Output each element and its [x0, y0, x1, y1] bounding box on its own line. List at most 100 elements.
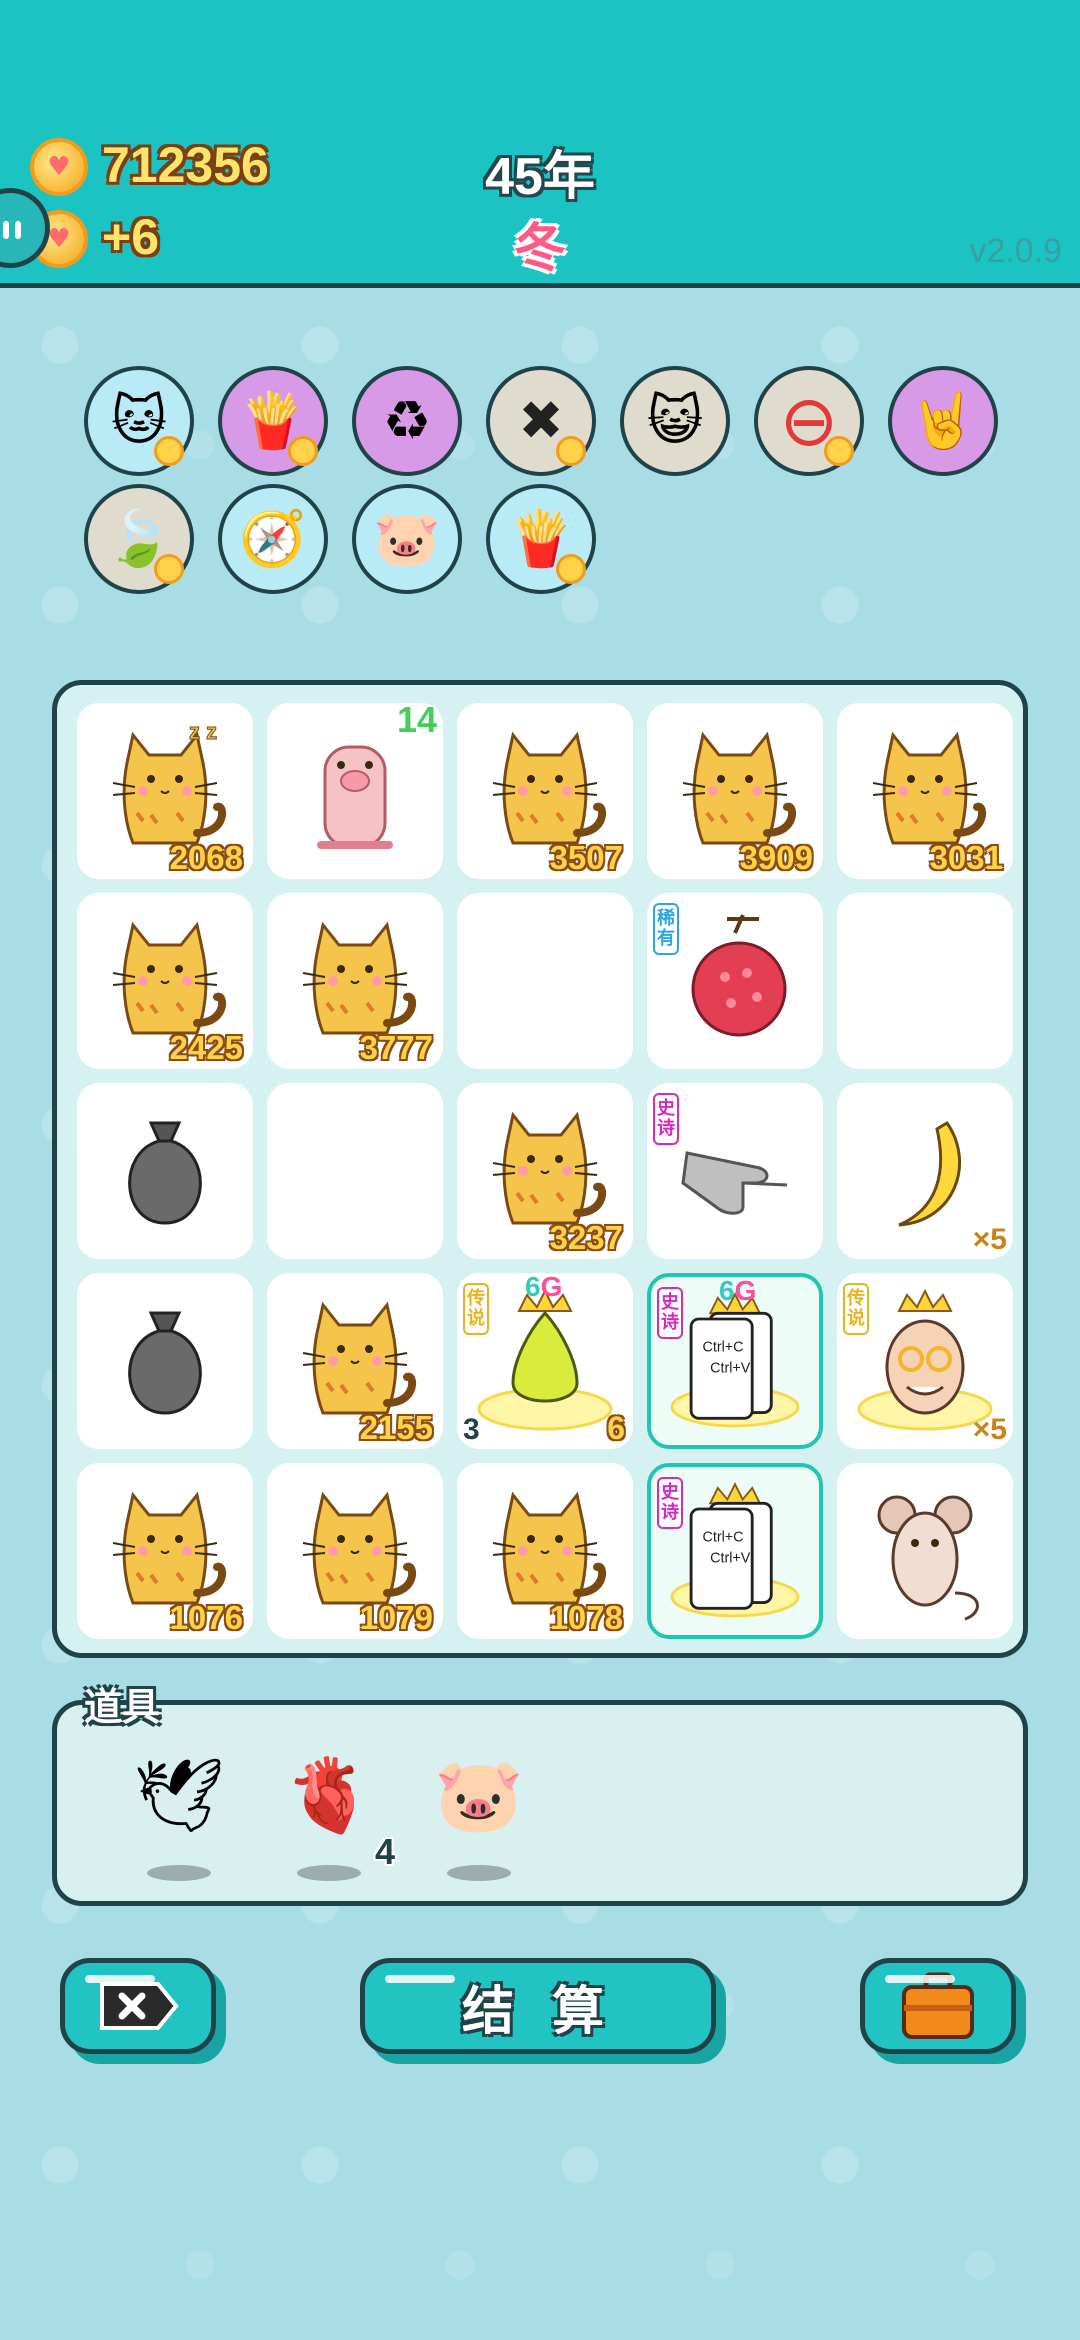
item-liver[interactable]: 🫀 4: [269, 1745, 395, 1885]
remove-button[interactable]: [60, 1958, 216, 2054]
rarity-badge: 传说: [463, 1283, 489, 1335]
slot-crowned-pear[interactable]: 3 6 传说 6G: [457, 1271, 633, 1449]
slot-cat[interactable]: 3777: [267, 893, 443, 1069]
settle-button-label: 结 算: [461, 1981, 615, 2042]
slot-cat[interactable]: 3507: [457, 703, 633, 879]
version-label: v2.0.9: [969, 232, 1062, 270]
slot-value: 6: [607, 1410, 625, 1446]
coin-cost-icon: [154, 436, 184, 466]
slot-empty[interactable]: [837, 893, 1013, 1069]
svg-text:z z: z z: [189, 719, 217, 744]
ability-remove-tag[interactable]: ✖: [486, 366, 596, 476]
slot-ctrl-cv-card[interactable]: Ctrl+C Ctrl+V 史诗 6G: [647, 1273, 823, 1449]
coin-cost-icon: [154, 554, 184, 584]
slot-cat[interactable]: 3237: [457, 1083, 633, 1259]
slot-banana[interactable]: ×5: [837, 1083, 1013, 1259]
rock-hand-icon: 🤘: [909, 389, 977, 452]
slot-value: 2155: [359, 1409, 433, 1446]
slot-value: 1076: [169, 1599, 243, 1636]
slot-value: 2068: [169, 839, 243, 876]
slot-cat[interactable]: 3031: [837, 703, 1013, 879]
coin-cost-icon: [556, 554, 586, 584]
rarity-badge: 史诗: [657, 1287, 683, 1339]
slot-cat[interactable]: 1079: [267, 1463, 443, 1639]
slot-left-value: 3: [463, 1413, 480, 1446]
recycle-icon: ♻: [382, 389, 432, 452]
item-shadow: [447, 1865, 511, 1881]
slot-value: 3237: [549, 1219, 623, 1256]
ability-cats-pair[interactable]: 😺: [620, 366, 730, 476]
slot-cat[interactable]: 1076: [77, 1463, 253, 1639]
slot-counter: 14: [396, 699, 437, 740]
ability-recycle[interactable]: ♻: [352, 366, 462, 476]
g-tag: 6G: [719, 1275, 757, 1306]
cats-pair-icon: 😺: [646, 389, 704, 452]
ability-fries[interactable]: 🍟: [486, 484, 596, 594]
slot-crowned-grandpa[interactable]: ×5 传说: [837, 1273, 1013, 1449]
item-shadow: [297, 1865, 361, 1881]
settle-button[interactable]: 结 算: [360, 1958, 716, 2054]
piggy-bank-icon: 🐷: [373, 507, 441, 570]
briefcase-icon: [902, 1972, 974, 2039]
slot-empty[interactable]: [457, 893, 633, 1069]
slot-multiplier: ×5: [972, 1223, 1007, 1256]
ability-minus-circle[interactable]: ⊖: [754, 366, 864, 476]
slot-value: 1078: [549, 1599, 623, 1636]
slot-cat[interactable]: 3909: [647, 703, 823, 879]
rarity-badge: 稀有: [653, 903, 679, 955]
coin-cost-icon: [556, 436, 586, 466]
slot-value: 3031: [929, 839, 1003, 876]
coin-cost-icon: [824, 436, 854, 466]
slot-mouse[interactable]: [837, 1463, 1013, 1639]
g-tag: 6G: [525, 1271, 563, 1302]
remove-tag-icon: [100, 1982, 179, 2030]
card-line-2: Ctrl+V: [710, 1550, 751, 1566]
season-label: 冬: [513, 219, 566, 279]
inventory-button[interactable]: [860, 1958, 1016, 2054]
slot-value: 3909: [739, 839, 813, 876]
ability-compass[interactable]: 🧭: [218, 484, 328, 594]
rarity-badge: 传说: [843, 1283, 869, 1335]
slot-trash-bag[interactable]: [77, 1273, 253, 1449]
slot-pig[interactable]: 14: [267, 699, 443, 879]
slot-cat[interactable]: 2425: [77, 893, 253, 1069]
slot-empty[interactable]: [267, 1083, 443, 1259]
trash-bag-icon: [128, 1121, 202, 1225]
compass-icon: 🧭: [239, 507, 307, 570]
slot-cat[interactable]: z z 2068: [77, 703, 253, 879]
remove-tag-icon: ✖: [518, 389, 564, 452]
slot-cat[interactable]: 2155: [267, 1273, 443, 1449]
card-line-1: Ctrl+C: [703, 1339, 744, 1355]
slot-value: 3507: [549, 839, 623, 876]
item-shadow: [147, 1865, 211, 1881]
item-piggy-bank[interactable]: 🐷: [419, 1745, 539, 1885]
item-count: 4: [374, 1831, 395, 1872]
items-label: 道具: [84, 1685, 161, 1729]
card-line-1: Ctrl+C: [703, 1529, 744, 1545]
item-bird[interactable]: 🕊: [119, 1745, 239, 1885]
slot-value: 1079: [359, 1599, 433, 1636]
rarity-badge: 史诗: [653, 1093, 679, 1145]
slot-value: 2425: [169, 1029, 243, 1066]
top-status-bar: ♥ 712356 ♥ +6 45年 冬 v2.0.9: [0, 0, 1080, 288]
bird-icon: 🕊: [133, 1753, 225, 1837]
ability-fries[interactable]: 🍟: [218, 366, 328, 476]
ability-cat[interactable]: 🐱: [84, 366, 194, 476]
slot-multiplier: ×5: [972, 1413, 1007, 1446]
slot-pointing-hand[interactable]: 史诗: [647, 1083, 823, 1259]
trash-bag-icon: [128, 1311, 202, 1415]
slot-cat[interactable]: 1078: [457, 1463, 633, 1639]
piggy-bank-icon: 🐷: [434, 1753, 524, 1837]
coin-cost-icon: [288, 436, 318, 466]
liver-icon: 🫀: [284, 1753, 374, 1837]
mouse-icon: [877, 1495, 979, 1621]
ability-leaf[interactable]: 🍃: [84, 484, 194, 594]
slot-lychee[interactable]: 稀有: [647, 893, 823, 1069]
rarity-badge: 史诗: [657, 1477, 683, 1529]
slot-trash-bag[interactable]: [77, 1083, 253, 1259]
ability-rock-hand[interactable]: 🤘: [888, 366, 998, 476]
year-label: 45年: [485, 148, 595, 206]
ability-piggy-bank[interactable]: 🐷: [352, 484, 462, 594]
slot-ctrl-cv-card[interactable]: Ctrl+C Ctrl+V 史诗: [647, 1463, 823, 1639]
slot-board: z z 2068 14 3507 3909 3031 2425 3777 稀有 …: [52, 680, 1028, 1658]
